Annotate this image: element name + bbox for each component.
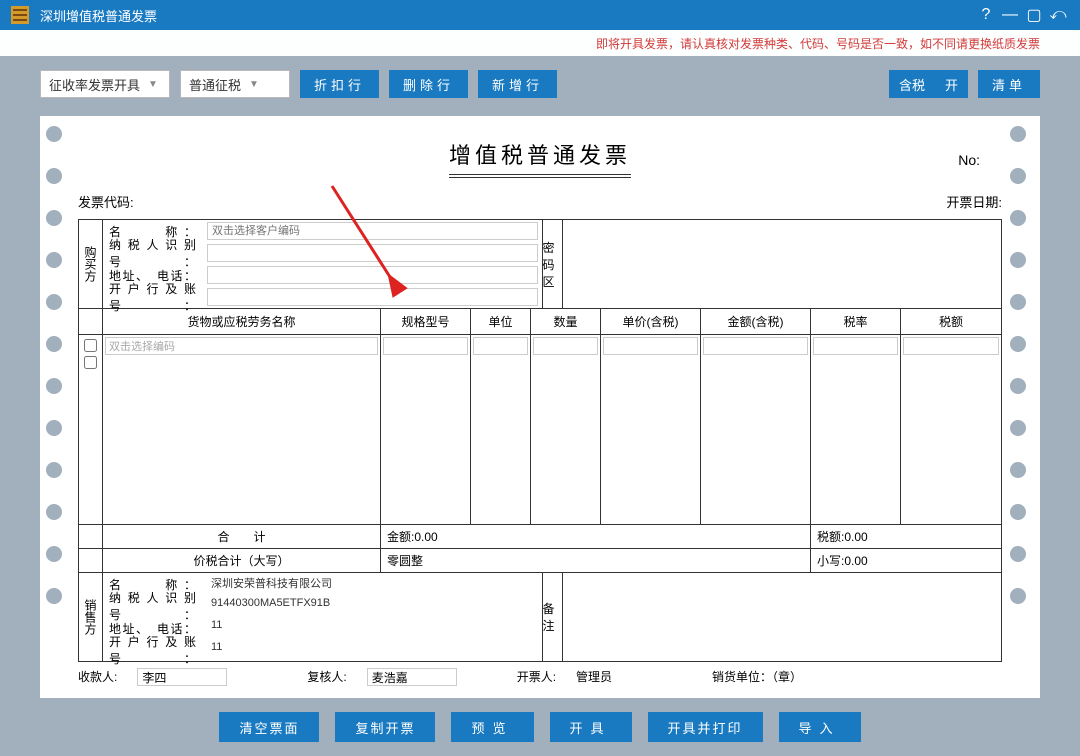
chevron-down-icon: ▼ (249, 79, 259, 90)
list-button[interactable]: 清单 (978, 70, 1040, 98)
open-button[interactable]: 开 (935, 70, 968, 98)
maximize-icon[interactable]: ▢ (1022, 5, 1046, 25)
price-input[interactable] (603, 337, 698, 355)
buyer-taxid-label: 纳税人识别号： (103, 236, 203, 270)
seller-bank-value: 11 (207, 641, 538, 659)
col-spec: 规格型号 (381, 309, 471, 334)
seller-taxid-label: 纳税人识别号： (103, 589, 203, 623)
invoice-code-label: 发票代码: (78, 192, 134, 211)
buyer-side-label: 购买方 (79, 220, 103, 308)
invoice-date-label: 开票日期: (946, 192, 1002, 211)
col-qty: 数量 (531, 309, 601, 334)
preview-button[interactable]: 预览 (451, 712, 533, 742)
buyer-bank-input[interactable] (207, 288, 538, 306)
app-logo-icon (10, 5, 30, 25)
remark-area-label: 备注 (542, 573, 562, 661)
invoice-no-label: No: (958, 152, 980, 168)
total-label: 价税合计（大写） (103, 549, 381, 572)
payee-label: 收款人: (78, 668, 117, 686)
back-icon[interactable]: ⤺ (1046, 6, 1070, 24)
drawer-value: 管理员 (576, 668, 612, 686)
seller-side-label: 销售方 (79, 573, 103, 661)
levy-rate-label: 征收率发票开具 (49, 75, 140, 94)
sum-label: 合 计 (103, 525, 381, 548)
chevron-down-icon: ▼ (148, 79, 158, 90)
col-amount: 金额(含税) (701, 309, 811, 334)
help-icon[interactable]: ? (974, 6, 998, 24)
buyer-taxid-input[interactable] (207, 244, 538, 262)
issue-button[interactable]: 开具 (550, 712, 632, 742)
seller-unit-label: 销货单位：（章） (712, 668, 802, 686)
minimize-icon[interactable]: — (998, 6, 1022, 24)
buyer-name-input[interactable] (207, 222, 538, 240)
clear-button[interactable]: 清空票面 (219, 712, 319, 742)
total-small: 小写:0.00 (811, 549, 1001, 572)
invoice-title: 增值税普通发票 (449, 138, 631, 178)
rate-input[interactable] (813, 337, 898, 355)
buyer-addr-input[interactable] (207, 266, 538, 284)
discount-row-button[interactable]: 折扣行 (300, 70, 379, 98)
row-checkbox[interactable] (84, 356, 97, 369)
sum-tax: 税额:0.00 (811, 525, 1001, 548)
delete-row-button[interactable]: 删除行 (389, 70, 468, 98)
row-checkbox[interactable] (84, 339, 97, 352)
total-cn: 零圆整 (381, 549, 811, 572)
checker-label: 复核人: (307, 668, 346, 686)
goods-name-input[interactable]: 双击选择编码 (105, 337, 378, 355)
import-button[interactable]: 导入 (779, 712, 861, 742)
warning-text: 即将开具发票，请认真核对发票种类、代码、号码是否一致，如不同请更换纸质发票 (0, 30, 1080, 56)
col-tax: 税额 (901, 309, 1001, 334)
tax-incl-button[interactable]: 含税 (889, 70, 935, 98)
copy-invoice-button[interactable]: 复制开票 (335, 712, 435, 742)
tax-type-combo[interactable]: 普通征税 ▼ (180, 70, 290, 98)
col-rate: 税率 (811, 309, 901, 334)
secret-area-label: 密码区 (542, 220, 562, 308)
checker-input[interactable] (367, 668, 457, 686)
payee-input[interactable] (137, 668, 227, 686)
tax-type-label: 普通征税 (189, 75, 241, 94)
window-title: 深圳增值税普通发票 (40, 6, 974, 25)
amount-input[interactable] (703, 337, 808, 355)
col-checkbox (79, 309, 103, 334)
issue-print-button[interactable]: 开具并打印 (648, 712, 763, 742)
unit-input[interactable] (473, 337, 528, 355)
tax-input[interactable] (903, 337, 999, 355)
col-goods: 货物或应税劳务名称 (103, 309, 381, 334)
seller-bank-label: 开户行及账号： (103, 633, 203, 667)
add-row-button[interactable]: 新增行 (478, 70, 557, 98)
levy-rate-combo[interactable]: 征收率发票开具 ▼ (40, 70, 170, 98)
col-price: 单价(含税) (601, 309, 701, 334)
spec-input[interactable] (383, 337, 468, 355)
drawer-label: 开票人: (517, 668, 556, 686)
invoice-paper: 增值税普通发票 No: 发票代码: 开票日期: 购买方 名 称： 纳税人识别号：… (40, 116, 1040, 698)
seller-addr-value: 11 (207, 619, 538, 637)
sum-amount: 金额:0.00 (381, 525, 811, 548)
qty-input[interactable] (533, 337, 598, 355)
col-unit: 单位 (471, 309, 531, 334)
seller-taxid-value: 91440300MA5ETFX91B (207, 597, 538, 615)
seller-name-value: 深圳安荣普科技有限公司 (207, 575, 538, 593)
